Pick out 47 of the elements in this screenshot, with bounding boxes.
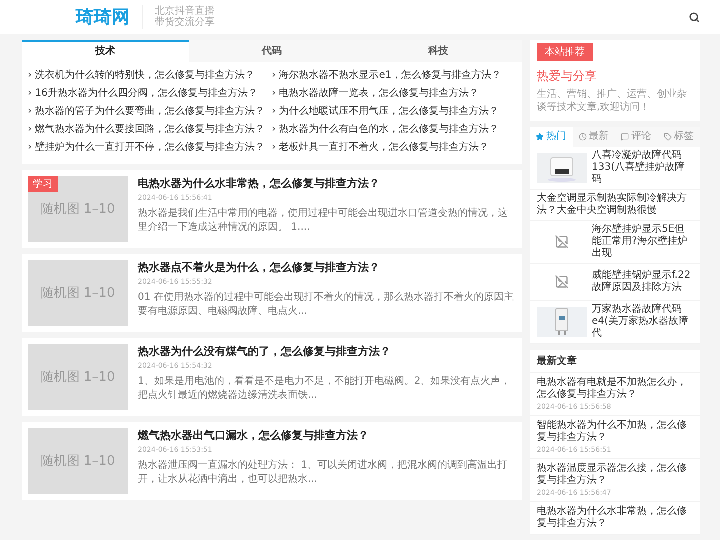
star-icon [536,133,544,141]
post-excerpt: 01 在使用热水器的过程中可能会出现打不着火的情况，那么热水器打不着火的原因主要有电源原因、电磁阀故障、电点火... [138,291,515,319]
widget-article-link[interactable]: 八喜冷凝炉故障代码133(八喜壁挂炉故障码 [592,150,693,186]
article-link[interactable]: › 电热水器故障一览表，怎么修复与排查方法？ [272,86,516,102]
comment-icon [621,133,630,141]
post-excerpt: 1、如果是用电池的，看看是不是电力不足，不能打开电磁阀。2、如果没有点火声，把点火针最近的燃烧器边缘清洗表面铁... [138,375,512,403]
clock-icon [578,133,587,141]
latest-article-link[interactable]: 智能热水器为什么不加热，怎么修复与排查方法？ [537,420,693,444]
category-badge: 学习 [28,176,58,192]
post-excerpt: 热水器是我们生活中常用的电器，使用过程中可能会出现进水口管道变热的情况，这里介绍一下造成这种情况的原因。 1.... [138,207,509,235]
article-link[interactable]: › 燃气热水器为什么要接回路，怎么修复与排查方法？ [28,122,272,138]
article-link[interactable]: › 热水器为什么有白色的水，怎么修复与排查方法？ [272,122,516,138]
broken-image-icon [555,275,569,289]
placeholder-text: 随机图 1–10 [40,201,116,218]
recommend-title: 热爱与分享 [537,68,598,85]
category-tab[interactable]: 科技 [355,40,522,62]
article-link[interactable]: › 老板灶具一直打不着火，怎么修复与排查方法？ [272,140,516,156]
article-link[interactable]: › 壁挂炉为什么一直打开不停，怎么修复与排查方法？ [28,140,272,156]
post-title[interactable]: 热水器为什么没有煤气的了，怎么修复与排查方法？ [138,344,516,359]
post-title[interactable]: 电热水器为什么水非常热，怎么修复与排查方法？ [138,176,516,191]
widget-article-link[interactable]: 海尔壁挂炉显示5E但能正常用?海尔壁挂炉出现 [592,224,693,260]
post-title[interactable]: 热水器点不着火是为什么，怎么修复与排查方法？ [138,260,516,275]
search-icon[interactable] [689,12,700,22]
recommend-badge: 本站推荐 [537,43,593,61]
article-link[interactable]: › 16升热水器为什么四分阀，怎么修复与排查方法？ [28,86,272,102]
latest-article-link[interactable]: 电热水器有电就是不加热怎么办，怎么修复与排查方法？ [537,377,693,401]
article-link[interactable]: › 洗衣机为什么转的特别快，怎么修复与排查方法？ [28,68,272,84]
article-link[interactable]: › 为什么地暖试压不用气压，怎么修复与排查方法？ [272,104,516,120]
category-tab[interactable]: 代码 [188,40,356,62]
post-title[interactable]: 燃气热水器出气口漏水，怎么修复与排查方法？ [138,428,516,443]
post-excerpt: 热水器泄压阀一直漏水的处理方法： 1、可以关闭进水阀，把混水阀的调到高温出打开，让水从花洒中滴出，也可以把热水... [138,459,509,487]
widget-heading: 最新文章 [530,350,700,373]
recommend-text: 生活、营销、推广、运营、创业杂谈等技术文章,欢迎访问！ [537,88,688,115]
tag-icon [664,133,672,141]
article-link[interactable]: › 热水器的管子为什么要弯曲，怎么修复与排查方法？ [28,104,272,120]
site-tagline: 带货交流分享 [155,17,216,28]
widget-article-link[interactable]: 威能壁挂锅炉显示f.22故障原因及排除方法 [592,270,693,294]
broken-image-icon [555,235,569,249]
widget-article-link[interactable]: 大金空调显示制热实际制冷解决方法？大金中央空调制热很慢 [537,193,693,217]
latest-article-link[interactable]: 热水器温度显示器怎么接，怎么修复与排查方法？ [537,463,693,487]
placeholder-text: 随机图 1–10 [40,369,116,386]
placeholder-text: 随机图 1–10 [40,285,116,302]
widget-article-link[interactable]: 万家热水器故障代码e4(美万家热水器故障代 [592,304,693,340]
article-link[interactable]: › 海尔热水器不热水显示e1，怎么修复与排查方法？ [272,68,516,84]
site-tagline: 北京抖音直播 [155,6,216,17]
placeholder-text: 随机图 1–10 [40,453,116,470]
latest-article-link[interactable]: 电热水器为什么水非常热，怎么修复与排查方法？ [537,506,693,530]
